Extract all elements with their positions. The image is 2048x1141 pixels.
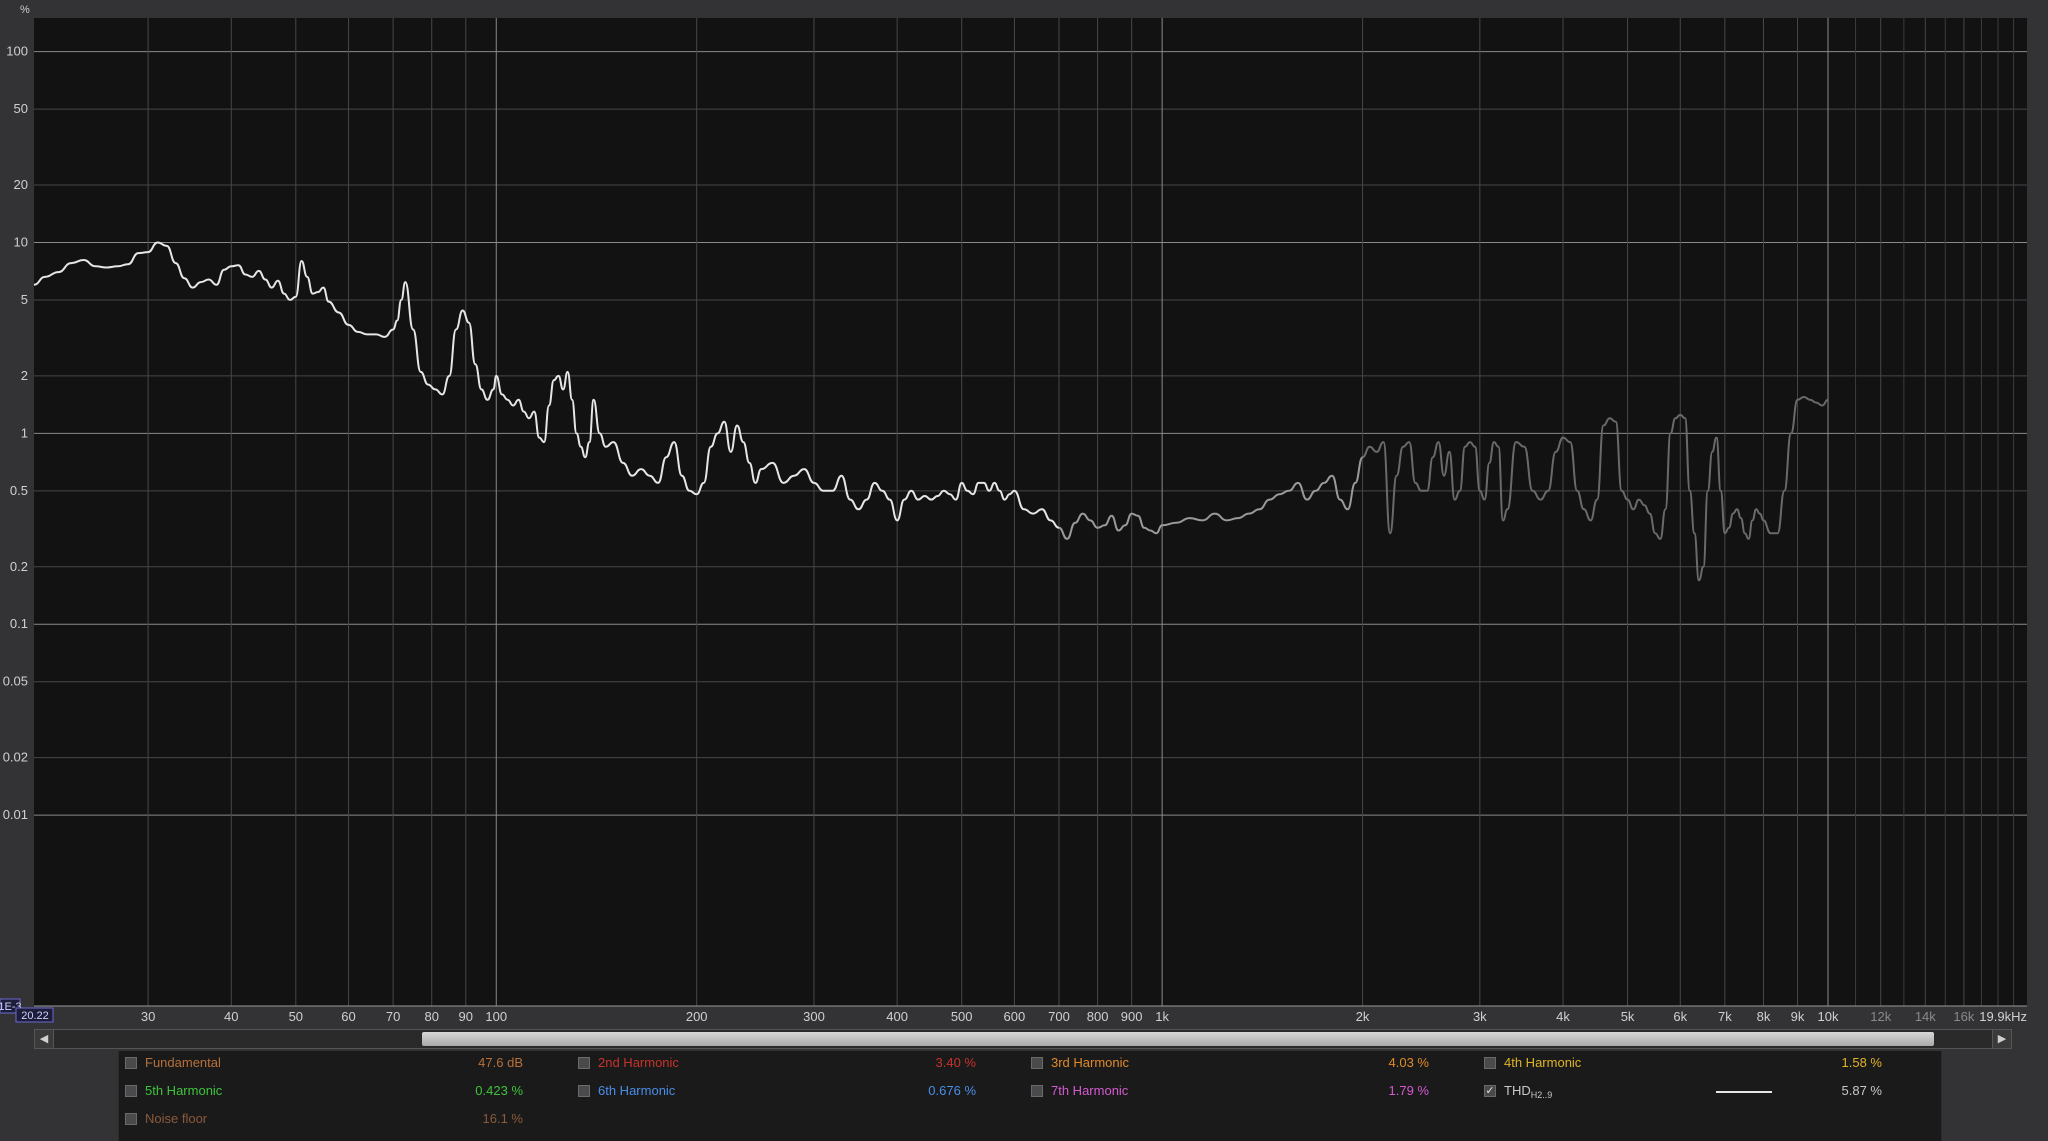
3rd-harmonic-checkbox[interactable] xyxy=(1031,1057,1043,1069)
legend-item-label: THDH2..9 xyxy=(1504,1080,1552,1106)
legend-item-label: 2nd Harmonic xyxy=(598,1055,679,1070)
x-tick-label: 50 xyxy=(289,1009,303,1024)
legend-item-value: 1.58 % xyxy=(1841,1055,1882,1070)
legend-item-7th-harmonic[interactable]: 7th Harmonic 1.79 % xyxy=(1025,1080,1445,1102)
legend-item-label: 5th Harmonic xyxy=(145,1083,223,1098)
x-tick-label: 600 xyxy=(1004,1009,1026,1024)
noise-floor-checkbox[interactable] xyxy=(125,1113,137,1125)
x-tick-label: 16k xyxy=(1953,1009,1974,1024)
x-tick-label: 6k xyxy=(1673,1009,1687,1024)
legend-item-value: 47.6 dB xyxy=(478,1055,523,1070)
x-tick-label: 14k xyxy=(1915,1009,1936,1024)
x-tick-label: 300 xyxy=(803,1009,825,1024)
x-tick-label: 800 xyxy=(1087,1009,1109,1024)
legend-item-value: 0.423 % xyxy=(475,1083,523,1098)
x-tick-label: 60 xyxy=(341,1009,355,1024)
6th-harmonic-checkbox[interactable] xyxy=(578,1085,590,1097)
x-tick-label: 80 xyxy=(424,1009,438,1024)
legend-item-label: 7th Harmonic xyxy=(1051,1083,1129,1098)
y-tick-label: 1 xyxy=(21,425,28,440)
x-tick-label: 7k xyxy=(1718,1009,1732,1024)
legend-item-value: 4.03 % xyxy=(1388,1055,1429,1070)
legend-item-3rd-harmonic[interactable]: 3rd Harmonic 4.03 % xyxy=(1025,1052,1445,1074)
thd-label: THD xyxy=(1504,1083,1531,1098)
legend-item-label: 3rd Harmonic xyxy=(1051,1055,1130,1070)
scroll-left-button[interactable]: ◀ xyxy=(35,1030,54,1048)
x-tick-label: 70 xyxy=(386,1009,400,1024)
legend-item-6th-harmonic[interactable]: 6th Harmonic 0.676 % xyxy=(572,1080,992,1102)
x-tick-label: 12k xyxy=(1870,1009,1891,1024)
y-tick-label: 20 xyxy=(14,177,28,192)
legend-item-4th-harmonic[interactable]: 4th Harmonic 1.58 % xyxy=(1478,1052,1898,1074)
y-tick-label: 5 xyxy=(21,292,28,307)
legend-item-label: Fundamental xyxy=(145,1055,221,1070)
legend-item-label: 6th Harmonic xyxy=(598,1083,676,1098)
thd-label-subscript: H2..9 xyxy=(1530,1090,1553,1100)
x-tick-label: 9k xyxy=(1791,1009,1805,1024)
legend-item-value: 0.676 % xyxy=(928,1083,976,1098)
y-tick-label: 0.01 xyxy=(3,807,28,822)
legend-item-value: 3.40 % xyxy=(935,1055,976,1070)
y-tick-label: 0.1 xyxy=(10,616,28,631)
5th-harmonic-checkbox[interactable] xyxy=(125,1085,137,1097)
x-tick-label: 30 xyxy=(141,1009,155,1024)
x-tick-label: 1k xyxy=(1155,1009,1169,1024)
x-tick-label: 10k xyxy=(1818,1009,1839,1024)
y-tick-label: 50 xyxy=(14,101,28,116)
x-tick-label: 2k xyxy=(1356,1009,1370,1024)
x-tick-label: 700 xyxy=(1048,1009,1070,1024)
thd-checkbox[interactable]: ✓ xyxy=(1484,1085,1496,1097)
scrollbar-thumb[interactable] xyxy=(422,1032,1934,1046)
y-tick-label: 0.02 xyxy=(3,750,28,765)
legend-item-thd[interactable]: ✓ THDH2..9 5.87 % xyxy=(1478,1080,1898,1102)
y-unit-label: % xyxy=(20,4,30,16)
thd-line-swatch xyxy=(1716,1091,1772,1093)
y-tick-label: 0.2 xyxy=(10,559,28,574)
y-tick-label: 2 xyxy=(21,368,28,383)
x-tick-label: 90 xyxy=(459,1009,473,1024)
2nd-harmonic-checkbox[interactable] xyxy=(578,1057,590,1069)
x-tick-label: 400 xyxy=(886,1009,908,1024)
thd-chart: 100 50 20 10 5 2 1 0.5 0.2 0.1 0.05 0.02 0.01 30 40 50 6… xyxy=(0,0,2048,1030)
legend-item-value: 1.79 % xyxy=(1388,1083,1429,1098)
x-tick-label: 4k xyxy=(1556,1009,1570,1024)
legend-item-fundamental[interactable]: Fundamental 47.6 dB xyxy=(119,1052,539,1074)
legend-item-noise-floor[interactable]: Noise floor 16.1 % xyxy=(119,1108,539,1130)
y-tick-label: 10 xyxy=(14,234,28,249)
y-tick-label: 0.05 xyxy=(3,674,28,689)
x-tick-label: 500 xyxy=(951,1009,973,1024)
legend-panel: Fundamental 47.6 dB 2nd Harmonic 3.40 % … xyxy=(118,1051,1942,1141)
7th-harmonic-checkbox[interactable] xyxy=(1031,1085,1043,1097)
scroll-right-button[interactable]: ▶ xyxy=(1992,1030,2011,1048)
legend-item-value: 5.87 % xyxy=(1841,1083,1882,1098)
4th-harmonic-checkbox[interactable] xyxy=(1484,1057,1496,1069)
legend-item-2nd-harmonic[interactable]: 2nd Harmonic 3.40 % xyxy=(572,1052,992,1074)
x-range-start: 20.22 xyxy=(21,1010,49,1022)
legend-item-5th-harmonic[interactable]: 5th Harmonic 0.423 % xyxy=(119,1080,539,1102)
x-tick-label: 100 xyxy=(485,1009,507,1024)
legend-item-label: Noise floor xyxy=(145,1111,208,1126)
x-tick-label: 5k xyxy=(1621,1009,1635,1024)
x-tick-label: 3k xyxy=(1473,1009,1487,1024)
legend-item-label: 4th Harmonic xyxy=(1504,1055,1582,1070)
legend-item-value: 16.1 % xyxy=(482,1111,523,1126)
x-tick-label: 900 xyxy=(1121,1009,1143,1024)
horizontal-scrollbar[interactable]: ◀ ▶ xyxy=(34,1029,2012,1049)
x-tick-label: 19.9kHz xyxy=(1979,1009,2027,1024)
fundamental-checkbox[interactable] xyxy=(125,1057,137,1069)
y-tick-label: 0.5 xyxy=(10,483,28,498)
x-tick-label: 8k xyxy=(1757,1009,1771,1024)
y-tick-label: 100 xyxy=(6,44,28,59)
x-tick-label: 200 xyxy=(686,1009,708,1024)
x-tick-label: 40 xyxy=(224,1009,238,1024)
